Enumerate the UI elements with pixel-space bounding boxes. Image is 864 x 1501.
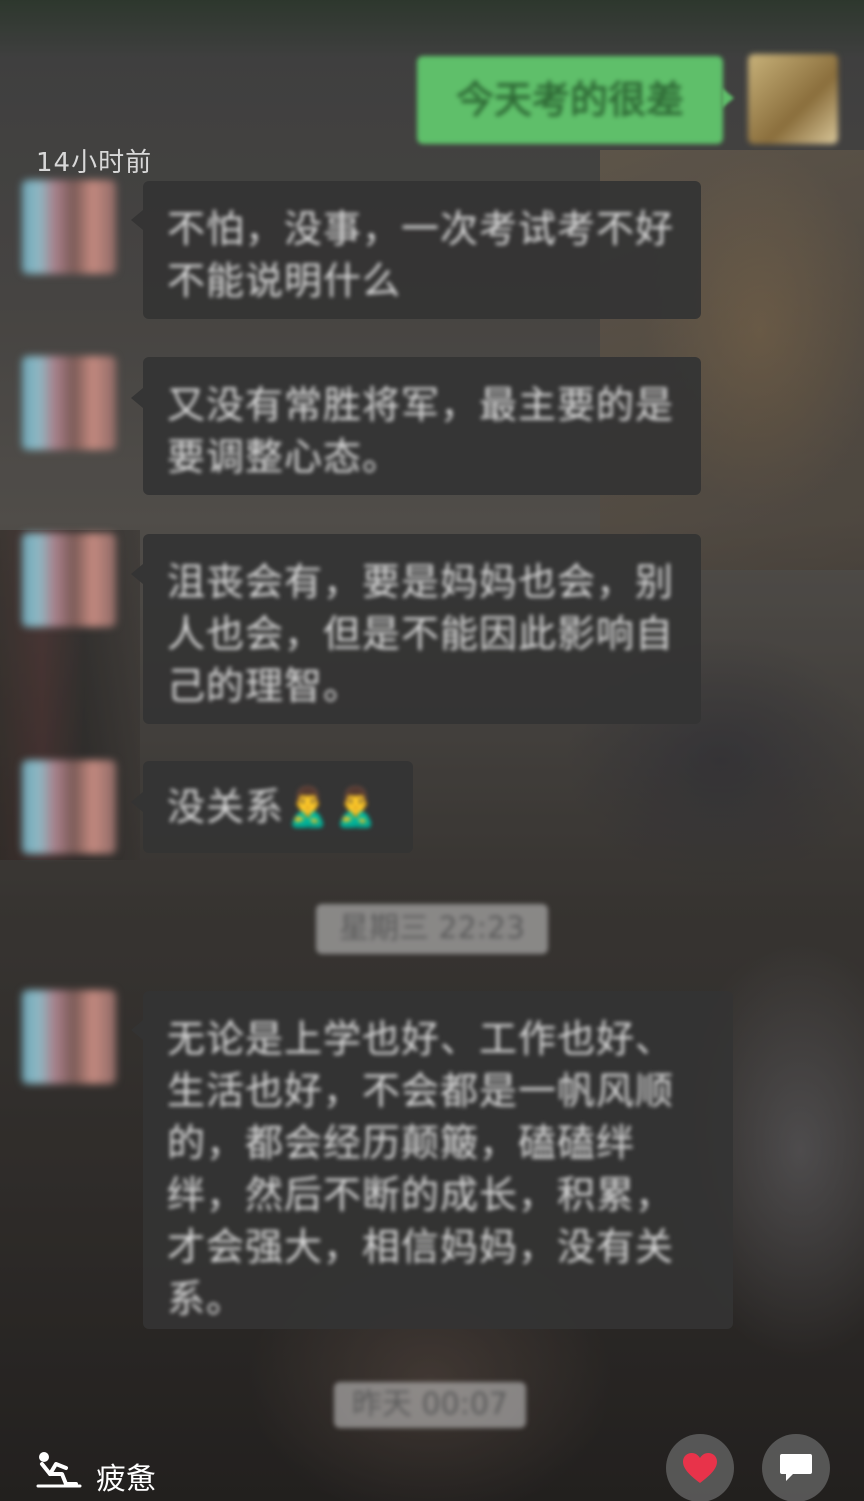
bubble-tail bbox=[131, 564, 143, 584]
sent-bubble-tail bbox=[722, 88, 734, 108]
received-message-text: 沮丧会有，要是妈妈也会，别人也会，但是不能因此影响自己的理智。 bbox=[167, 560, 675, 708]
self-avatar bbox=[748, 54, 838, 144]
received-message-bubble: 不怕，没事，一次考试考不好不能说明什么 bbox=[143, 181, 701, 319]
received-message-text: 又没有常胜将军，最主要的是要调整心态。 bbox=[167, 383, 675, 479]
sender-avatar bbox=[22, 356, 116, 450]
sender-avatar bbox=[22, 180, 116, 274]
mood-status-label: 疲惫 bbox=[96, 1462, 156, 1497]
heart-icon bbox=[683, 1453, 717, 1483]
comment-button[interactable] bbox=[762, 1434, 830, 1501]
sent-message-text: 今天考的很差 bbox=[455, 78, 684, 122]
moment-view: 今天考的很差 14小时前 不怕，没事，一次考试考不好不能说明什么 又没有常胜将军… bbox=[0, 0, 864, 1501]
sender-avatar bbox=[22, 533, 116, 627]
tired-person-icon bbox=[36, 1452, 82, 1488]
received-message-bubble: 没关系🙎‍♂️🙎‍♂️ bbox=[143, 761, 413, 853]
sent-message-bubble: 今天考的很差 bbox=[417, 56, 723, 144]
received-message-text: 无论是上学也好、工作也好、生活也好，不会都是一帆风顺的，都会经历颠簸，磕磕绊绊，… bbox=[167, 1017, 675, 1321]
chat-time-divider: 昨天 00:07 bbox=[334, 1382, 526, 1428]
bubble-tail bbox=[131, 388, 143, 408]
received-message-bubble: 又没有常胜将军，最主要的是要调整心态。 bbox=[143, 357, 701, 495]
like-button[interactable] bbox=[666, 1434, 734, 1501]
chat-time-divider: 星期三 22:23 bbox=[316, 904, 548, 954]
bubble-tail bbox=[131, 210, 143, 230]
sender-avatar bbox=[22, 990, 116, 1084]
sender-avatar bbox=[22, 760, 116, 854]
received-message-text: 没关系🙎‍♂️🙎‍♂️ bbox=[167, 785, 381, 829]
bubble-tail bbox=[131, 1020, 143, 1040]
received-message-text: 不怕，没事，一次考试考不好不能说明什么 bbox=[167, 207, 675, 303]
comment-icon bbox=[780, 1454, 812, 1481]
received-message-bubble: 沮丧会有，要是妈妈也会，别人也会，但是不能因此影响自己的理智。 bbox=[143, 534, 701, 724]
moment-footer: 疲惫 bbox=[0, 1428, 864, 1501]
received-message-bubble: 无论是上学也好、工作也好、生活也好，不会都是一帆风顺的，都会经历颠簸，磕磕绊绊，… bbox=[143, 991, 733, 1329]
bubble-tail bbox=[131, 792, 143, 812]
moment-timestamp: 14小时前 bbox=[36, 148, 153, 178]
